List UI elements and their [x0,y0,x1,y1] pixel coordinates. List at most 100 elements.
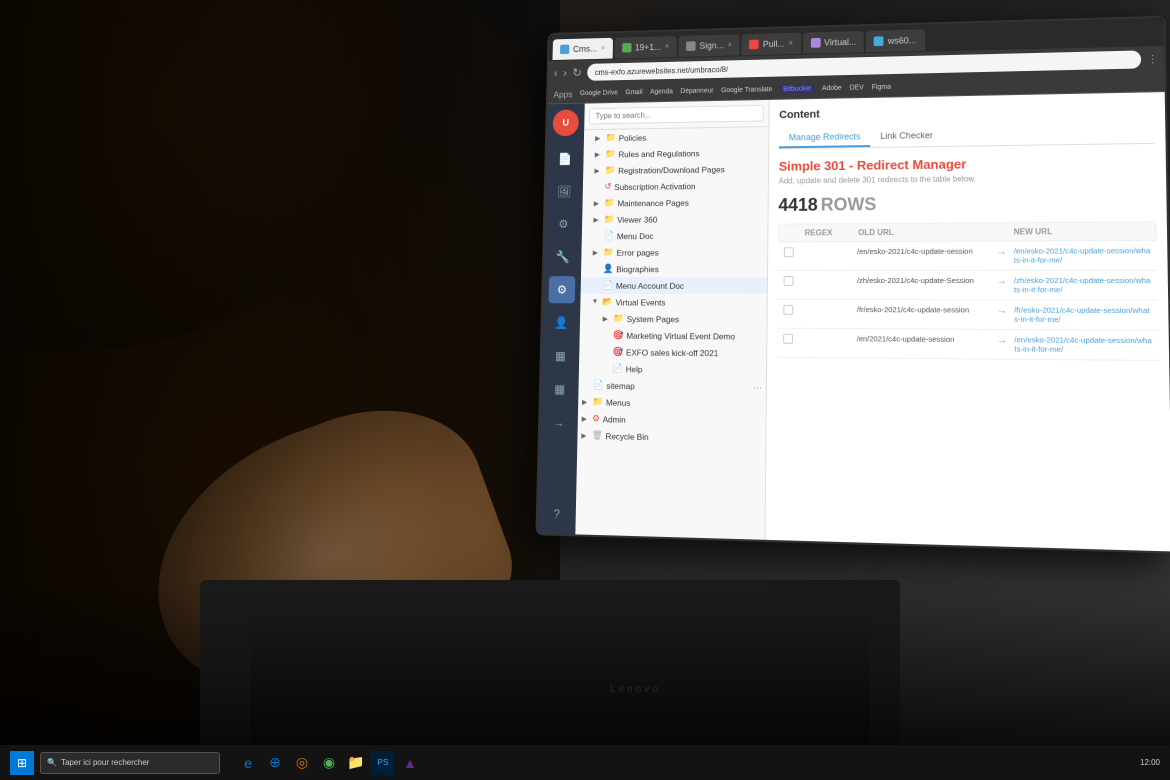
tree-search-input[interactable] [589,105,764,125]
col-header-regex: REGEX [805,228,855,237]
bookmark-bitbucket[interactable]: Bitbucket [780,84,814,93]
taskbar-explorer[interactable]: 📁 [344,751,368,775]
folder-icon: 📁 [604,214,615,225]
tree-item-registration[interactable]: ▶ 📁 Registration/Download Pages [583,160,768,179]
tree-item-help[interactable]: 📄 Help [579,360,766,379]
tree-more-btn[interactable]: ··· [753,382,762,392]
tree-arrow: ▶ [593,248,601,256]
taskbar-search-placeholder: Taper ici pour rechercher [61,758,149,767]
row-checkbox-1[interactable] [784,247,800,257]
taskbar-time: 12:00 [1140,758,1160,767]
content-tabs: Manage Redirects Link Checker [779,123,1155,150]
extensions-area: ⋮ [1147,54,1158,65]
old-url-text-4: /en/2021/c4c-update-session [857,334,990,344]
browser-tab-4[interactable]: Pull... × [742,32,801,55]
browser-tab-5[interactable]: Virtual... [803,30,865,53]
tab-label-cms: Cms... [573,43,597,53]
back-button[interactable]: ‹ [554,66,558,79]
tree-item-exfo-sales[interactable]: 🎯 EXFO sales kick-off 2021 [579,343,766,361]
tree-item-recycle[interactable]: ▶ 🗑 Recycle Bin [577,427,765,447]
umbraco-logo[interactable]: U [552,109,579,136]
redirect-manager-title: Simple 301 - Redirect Manager [779,154,1156,174]
laptop-screen: Cms... × 19+1... × Sign... × Pull... × V… [535,16,1170,554]
table-row: /fr/esko-2021/c4c-update-session → /fr/e… [777,300,1158,331]
tab-favicon-5 [810,37,820,47]
forward-button[interactable]: › [563,66,567,79]
taskbar-firefox[interactable]: ◎ [290,751,314,775]
sidebar-icon-wrench[interactable]: 🔧 [549,243,576,270]
trash-icon: 🗑 [592,430,603,441]
tree-label-viewer360: Viewer 360 [617,213,764,224]
taskbar-search[interactable]: 🔍 Taper ici pour rechercher [40,752,220,774]
sidebar-icon-grid2[interactable]: ▦ [546,375,573,403]
sidebar-icon-arrow[interactable]: → [545,409,572,437]
sidebar-icon-help[interactable]: ? [543,500,570,529]
taskbar-vs[interactable]: ▲ [398,751,422,775]
browser-tab-3[interactable]: Sign... × [679,34,740,57]
bookmark-agenda[interactable]: Agenda [650,88,673,95]
taskbar-edge[interactable]: ⊕ [263,751,287,775]
bookmark-adobe[interactable]: Adobe [822,85,842,92]
taskbar-ie[interactable]: e [236,751,260,775]
search-icon: 🔍 [47,758,57,767]
tab-close-cms[interactable]: × [601,44,606,53]
tree-item-biographies[interactable]: 👤 Biographies [581,260,767,277]
tree-item-subscription[interactable]: ↺ Subscription Activation [583,177,768,195]
tree-item-maintenance[interactable]: ▶ 📁 Maintenance Pages [582,193,767,211]
sidebar-icon-users[interactable]: 👤 [548,309,575,336]
bookmark-dev[interactable]: DEV [850,84,864,91]
user-icon: 👤 [603,263,614,274]
tab-close-3[interactable]: × [728,40,733,49]
start-button[interactable]: ⊞ [10,751,34,775]
taskbar-chrome[interactable]: ◉ [317,751,341,775]
tree-label-biographies: Biographies [616,264,763,274]
browser-tab-cms[interactable]: Cms... × [552,37,612,59]
bookmark-depanneur[interactable]: Dépanneur [680,88,713,95]
tab-label-2: 19+1... [635,42,661,52]
virtual-icon-2: 🎯 [612,346,623,357]
bookmark-gmail[interactable]: Gmail [625,89,642,96]
browser-tab-6[interactable]: ws60... [866,29,926,52]
sidebar-icon-media[interactable]: 🖼 [551,178,578,205]
row-checkbox-2[interactable] [784,276,800,286]
apps-label[interactable]: Apps [553,89,572,99]
tab-link-checker[interactable]: Link Checker [870,126,943,147]
content-tree: ▶ 📁 Policies ▶ 📁 Rules and Regulations ▶… [575,100,769,540]
tree-item-menudoc[interactable]: 📄 Menu Doc [582,227,768,244]
tree-arrow: ▶ [594,199,602,207]
sidebar-icon-content[interactable]: 📄 [552,146,579,173]
taskbar-ps[interactable]: PS [371,751,395,775]
content-panel-title: Content [779,102,1154,121]
row-checkbox-4[interactable] [783,334,799,344]
bookmark-figma[interactable]: Figma [872,84,891,91]
tree-label-admin: Admin [603,414,762,426]
tree-item-viewer360[interactable]: ▶ 📁 Viewer 360 [582,210,768,228]
redirect-manager-subtitle: Add, update and delete 301 redirects to … [779,172,1156,185]
browser-chrome: Cms... × 19+1... × Sign... × Pull... × V… [548,18,1165,105]
tab-manage-redirects[interactable]: Manage Redirects [779,127,871,148]
tab-close-2[interactable]: × [665,42,670,51]
sidebar-icon-settings[interactable]: ⚙ [550,211,577,238]
tree-item-virtual-events[interactable]: ▼ 📂 Virtual Events [580,294,767,311]
tree-arrow: ▶ [582,398,590,406]
bookmark-google-drive[interactable]: Google Drive [580,90,618,97]
table-row: /en/esko-2021/c4c-update-session → /en/e… [778,241,1157,271]
doc-icon: 📄 [612,363,623,374]
tree-label-registration: Registration/Download Pages [618,164,764,175]
tab-close-4[interactable]: × [788,39,793,48]
tree-arrow: ▶ [593,216,601,224]
tree-item-marketing[interactable]: 🎯 Marketing Virtual Event Demo [580,327,767,345]
sidebar-icon-gear[interactable]: ⚙ [549,276,576,303]
row-old-url-3: /fr/esko-2021/c4c-update-session [857,305,990,315]
tree-item-system-pages[interactable]: ▶ 📁 System Pages [580,310,767,328]
sidebar-icon-grid1[interactable]: ▦ [547,342,574,370]
reload-button[interactable]: ↻ [572,66,582,79]
tab-favicon-3 [686,41,696,51]
browser-tab-2[interactable]: 19+1... × [614,36,677,58]
tree-item-account-doc[interactable]: 📄 Menu Account Doc [581,277,767,294]
bookmark-translate[interactable]: Google Translate [721,86,772,94]
row-checkbox-3[interactable] [783,305,799,315]
tree-item-error[interactable]: ▶ 📁 Error pages [581,243,767,260]
tab-label-5: Virtual... [824,36,856,47]
taskbar-system-icons: 12:00 [1140,758,1160,767]
